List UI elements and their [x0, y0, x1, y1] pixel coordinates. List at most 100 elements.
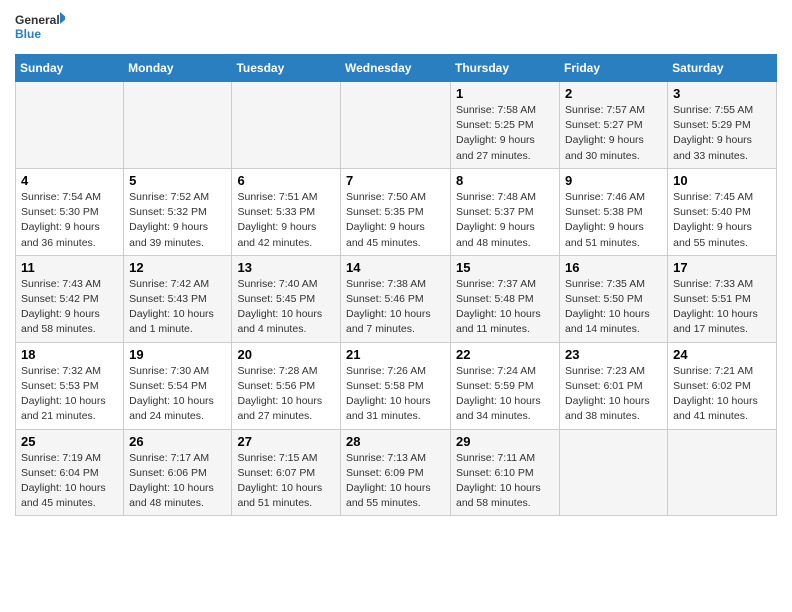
- calendar-cell: 10Sunrise: 7:45 AM Sunset: 5:40 PM Dayli…: [668, 168, 777, 255]
- calendar-cell: [668, 429, 777, 516]
- day-number: 15: [456, 260, 554, 275]
- week-row-1: 1 Sunrise: 7:58 AM Sunset: 5:25 PM Daylig…: [16, 82, 777, 169]
- calendar-cell: 3 Sunrise: 7:55 AM Sunset: 5:29 PM Daylig…: [668, 82, 777, 169]
- calendar-cell: 13Sunrise: 7:40 AM Sunset: 5:45 PM Dayli…: [232, 255, 341, 342]
- calendar-cell: 2 Sunrise: 7:57 AM Sunset: 5:27 PM Daylig…: [560, 82, 668, 169]
- calendar-cell: [124, 82, 232, 169]
- col-header-friday: Friday: [560, 55, 668, 82]
- calendar-cell: 28 Sunrise: 7:13 AM Sunset: 6:09 PM Dayli…: [341, 429, 451, 516]
- calendar-cell: 14 Sunrise: 7:38 AM Sunset: 5:46 PM Dayli…: [341, 255, 451, 342]
- calendar-cell: 7Sunrise: 7:50 AM Sunset: 5:35 PM Daylig…: [341, 168, 451, 255]
- day-info: Sunrise: 7:15 AM Sunset: 6:07 PM Dayligh…: [237, 451, 335, 512]
- calendar-cell: 24 Sunrise: 7:21 AM Sunset: 6:02 PM Dayli…: [668, 342, 777, 429]
- day-number: 8: [456, 173, 554, 188]
- day-number: 28: [346, 434, 445, 449]
- day-info: Sunrise: 7:51 AM Sunset: 5:33 PM Dayligh…: [237, 190, 335, 251]
- day-number: 18: [21, 347, 118, 362]
- day-info: Sunrise: 7:21 AM Sunset: 6:02 PM Dayligh…: [673, 364, 771, 425]
- day-info: Sunrise: 7:45 AM Sunset: 5:40 PM Dayligh…: [673, 190, 771, 251]
- day-number: 21: [346, 347, 445, 362]
- day-number: 4: [21, 173, 118, 188]
- day-info: Sunrise: 7:43 AM Sunset: 5:42 PM Dayligh…: [21, 277, 118, 338]
- calendar-cell: 18 Sunrise: 7:32 AM Sunset: 5:53 PM Dayli…: [16, 342, 124, 429]
- day-number: 14: [346, 260, 445, 275]
- day-info: Sunrise: 7:37 AM Sunset: 5:48 PM Dayligh…: [456, 277, 554, 338]
- col-header-thursday: Thursday: [451, 55, 560, 82]
- calendar-cell: [560, 429, 668, 516]
- calendar-cell: 29 Sunrise: 7:11 AM Sunset: 6:10 PM Dayli…: [451, 429, 560, 516]
- calendar-cell: 1 Sunrise: 7:58 AM Sunset: 5:25 PM Daylig…: [451, 82, 560, 169]
- calendar-cell: 22 Sunrise: 7:24 AM Sunset: 5:59 PM Dayli…: [451, 342, 560, 429]
- day-info: Sunrise: 7:26 AM Sunset: 5:58 PM Dayligh…: [346, 364, 445, 425]
- day-number: 24: [673, 347, 771, 362]
- day-info: Sunrise: 7:23 AM Sunset: 6:01 PM Dayligh…: [565, 364, 662, 425]
- day-number: 23: [565, 347, 662, 362]
- day-info: Sunrise: 7:19 AM Sunset: 6:04 PM Dayligh…: [21, 451, 118, 512]
- day-info: Sunrise: 7:38 AM Sunset: 5:46 PM Dayligh…: [346, 277, 445, 338]
- day-number: 11: [21, 260, 118, 275]
- day-info: Sunrise: 7:54 AM Sunset: 5:30 PM Dayligh…: [21, 190, 118, 251]
- calendar-cell: 15 Sunrise: 7:37 AM Sunset: 5:48 PM Dayli…: [451, 255, 560, 342]
- col-header-wednesday: Wednesday: [341, 55, 451, 82]
- calendar-cell: 23 Sunrise: 7:23 AM Sunset: 6:01 PM Dayli…: [560, 342, 668, 429]
- day-info: Sunrise: 7:58 AM Sunset: 5:25 PM Dayligh…: [456, 103, 554, 164]
- calendar-cell: [232, 82, 341, 169]
- day-info: Sunrise: 7:46 AM Sunset: 5:38 PM Dayligh…: [565, 190, 662, 251]
- day-number: 2: [565, 86, 662, 101]
- day-info: Sunrise: 7:24 AM Sunset: 5:59 PM Dayligh…: [456, 364, 554, 425]
- calendar-table: SundayMondayTuesdayWednesdayThursdayFrid…: [15, 54, 777, 516]
- day-number: 26: [129, 434, 226, 449]
- calendar-cell: 21 Sunrise: 7:26 AM Sunset: 5:58 PM Dayli…: [341, 342, 451, 429]
- day-info: Sunrise: 7:52 AM Sunset: 5:32 PM Dayligh…: [129, 190, 226, 251]
- day-info: Sunrise: 7:57 AM Sunset: 5:27 PM Dayligh…: [565, 103, 662, 164]
- day-info: Sunrise: 7:48 AM Sunset: 5:37 PM Dayligh…: [456, 190, 554, 251]
- day-number: 16: [565, 260, 662, 275]
- day-number: 20: [237, 347, 335, 362]
- day-info: Sunrise: 7:13 AM Sunset: 6:09 PM Dayligh…: [346, 451, 445, 512]
- day-info: Sunrise: 7:32 AM Sunset: 5:53 PM Dayligh…: [21, 364, 118, 425]
- calendar-cell: 4 Sunrise: 7:54 AM Sunset: 5:30 PM Daylig…: [16, 168, 124, 255]
- calendar-cell: 9 Sunrise: 7:46 AM Sunset: 5:38 PM Daylig…: [560, 168, 668, 255]
- calendar-cell: 26Sunrise: 7:17 AM Sunset: 6:06 PM Dayli…: [124, 429, 232, 516]
- day-number: 6: [237, 173, 335, 188]
- day-number: 3: [673, 86, 771, 101]
- logo: General Blue: [15, 10, 65, 46]
- day-info: Sunrise: 7:33 AM Sunset: 5:51 PM Dayligh…: [673, 277, 771, 338]
- week-row-4: 18 Sunrise: 7:32 AM Sunset: 5:53 PM Dayli…: [16, 342, 777, 429]
- col-header-tuesday: Tuesday: [232, 55, 341, 82]
- day-number: 19: [129, 347, 226, 362]
- page-header: General Blue: [15, 10, 777, 46]
- header-row: SundayMondayTuesdayWednesdayThursdayFrid…: [16, 55, 777, 82]
- logo-svg: General Blue: [15, 10, 65, 46]
- day-number: 29: [456, 434, 554, 449]
- week-row-3: 11 Sunrise: 7:43 AM Sunset: 5:42 PM Dayli…: [16, 255, 777, 342]
- week-row-5: 25Sunrise: 7:19 AM Sunset: 6:04 PM Dayli…: [16, 429, 777, 516]
- day-number: 17: [673, 260, 771, 275]
- day-info: Sunrise: 7:28 AM Sunset: 5:56 PM Dayligh…: [237, 364, 335, 425]
- calendar-cell: 25Sunrise: 7:19 AM Sunset: 6:04 PM Dayli…: [16, 429, 124, 516]
- calendar-cell: 27 Sunrise: 7:15 AM Sunset: 6:07 PM Dayli…: [232, 429, 341, 516]
- day-info: Sunrise: 7:50 AM Sunset: 5:35 PM Dayligh…: [346, 190, 445, 251]
- day-info: Sunrise: 7:40 AM Sunset: 5:45 PM Dayligh…: [237, 277, 335, 338]
- calendar-cell: 17 Sunrise: 7:33 AM Sunset: 5:51 PM Dayli…: [668, 255, 777, 342]
- day-number: 27: [237, 434, 335, 449]
- day-info: Sunrise: 7:11 AM Sunset: 6:10 PM Dayligh…: [456, 451, 554, 512]
- col-header-saturday: Saturday: [668, 55, 777, 82]
- calendar-cell: 11 Sunrise: 7:43 AM Sunset: 5:42 PM Dayli…: [16, 255, 124, 342]
- day-number: 22: [456, 347, 554, 362]
- day-number: 5: [129, 173, 226, 188]
- calendar-cell: 19 Sunrise: 7:30 AM Sunset: 5:54 PM Dayli…: [124, 342, 232, 429]
- calendar-cell: 20 Sunrise: 7:28 AM Sunset: 5:56 PM Dayli…: [232, 342, 341, 429]
- col-header-monday: Monday: [124, 55, 232, 82]
- day-info: Sunrise: 7:30 AM Sunset: 5:54 PM Dayligh…: [129, 364, 226, 425]
- col-header-sunday: Sunday: [16, 55, 124, 82]
- calendar-cell: 12Sunrise: 7:42 AM Sunset: 5:43 PM Dayli…: [124, 255, 232, 342]
- day-info: Sunrise: 7:35 AM Sunset: 5:50 PM Dayligh…: [565, 277, 662, 338]
- calendar-cell: 6 Sunrise: 7:51 AM Sunset: 5:33 PM Daylig…: [232, 168, 341, 255]
- day-number: 12: [129, 260, 226, 275]
- calendar-cell: [341, 82, 451, 169]
- day-info: Sunrise: 7:55 AM Sunset: 5:29 PM Dayligh…: [673, 103, 771, 164]
- day-number: 1: [456, 86, 554, 101]
- calendar-cell: 5 Sunrise: 7:52 AM Sunset: 5:32 PM Daylig…: [124, 168, 232, 255]
- day-number: 9: [565, 173, 662, 188]
